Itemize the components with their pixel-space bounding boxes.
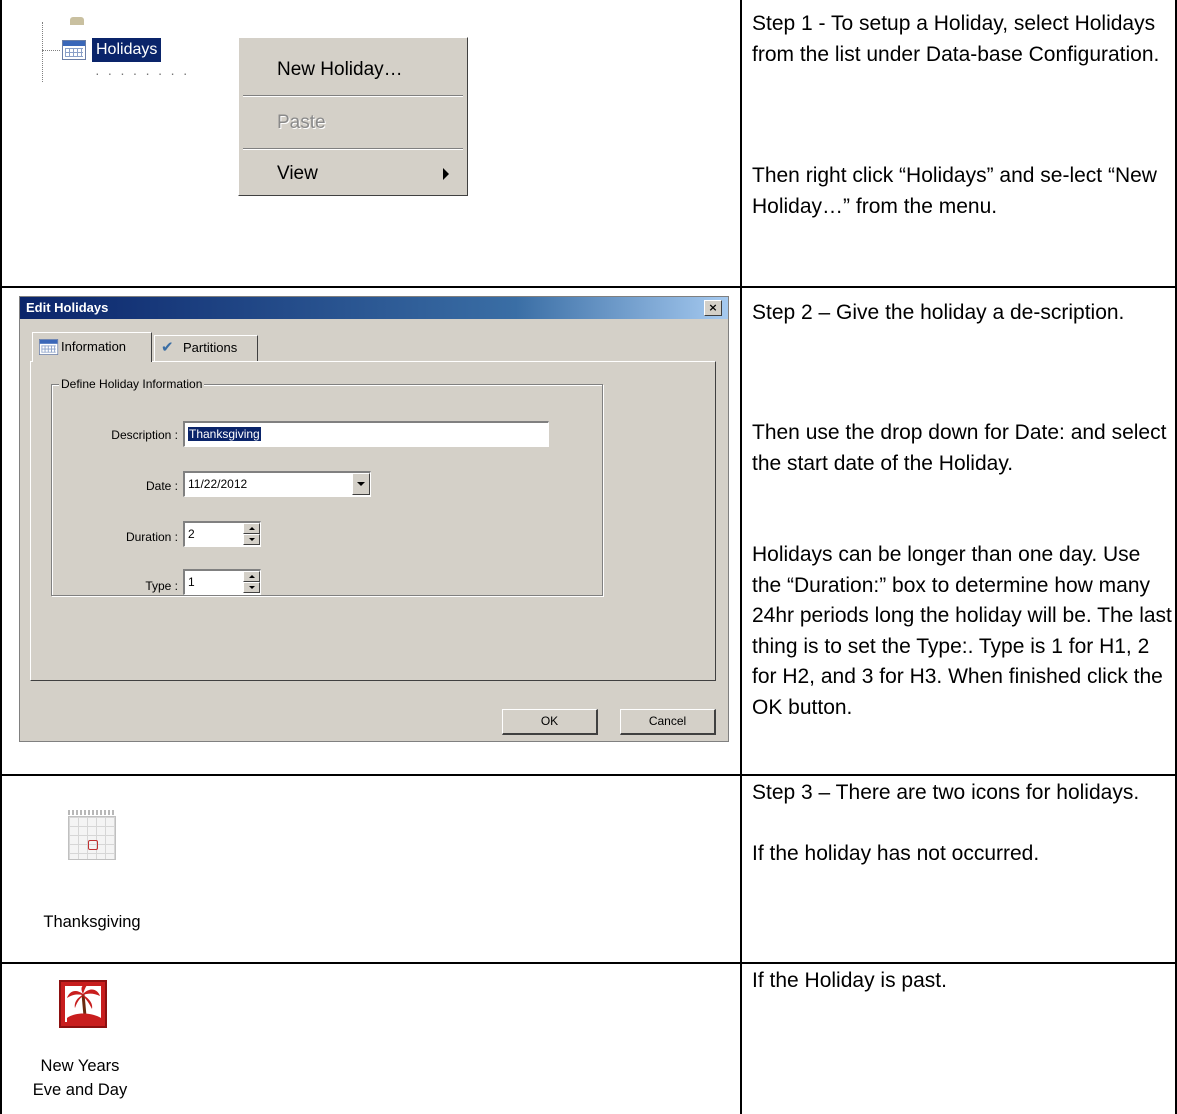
- duration-label: Duration :: [125, 530, 178, 544]
- type-stepper[interactable]: 1: [183, 569, 261, 595]
- tab-partitions[interactable]: ✔ Partitions: [154, 335, 258, 361]
- step3-instructions-2: If the holiday has not occurred.: [752, 842, 1040, 865]
- instruction-table: Holidays · · · · · · · · New Holiday… Pa…: [0, 0, 1177, 1114]
- row-divider: [0, 286, 1177, 288]
- duration-value: 2: [188, 527, 195, 541]
- menu-item-new-holiday[interactable]: New Holiday…: [239, 48, 467, 92]
- menu-item-view[interactable]: View: [239, 152, 467, 196]
- tree-parent-icon: [70, 17, 84, 25]
- calendar-icon: [62, 40, 86, 60]
- description-field[interactable]: Thanksgiving: [183, 421, 549, 447]
- check-icon: ✔: [161, 339, 174, 356]
- step1-instructions-2: Then right click “Holidays” and se-lect …: [752, 164, 1157, 218]
- tab-information[interactable]: Information: [32, 332, 152, 362]
- spin-buttons[interactable]: [243, 523, 260, 545]
- step1-instructions: Step 1 - To setup a Holiday, select Holi…: [752, 12, 1160, 66]
- chevron-down-icon[interactable]: [352, 473, 370, 495]
- date-dropdown[interactable]: 11/22/2012: [183, 471, 371, 497]
- dialog-title: Edit Holidays: [26, 300, 109, 315]
- calendar-rings: [68, 810, 116, 815]
- new-years-caption-line1: New Years: [40, 1057, 120, 1075]
- edit-holidays-dialog: Edit Holidays × Information ✔ Partitions…: [19, 296, 729, 742]
- calendar-page: [68, 816, 116, 860]
- row-divider: [0, 962, 1177, 964]
- date-label: Date :: [145, 479, 178, 493]
- tree-connector: [42, 50, 60, 51]
- step4-instructions: If the Holiday is past.: [752, 969, 947, 992]
- information-panel: Define Holiday Information Description :…: [30, 361, 716, 681]
- description-label: Description :: [111, 428, 178, 442]
- table-border-left: [0, 0, 2, 1114]
- row-divider: [0, 774, 1177, 776]
- type-value: 1: [188, 575, 195, 589]
- column-divider: [740, 0, 742, 1114]
- ok-button[interactable]: OK: [502, 709, 598, 735]
- duration-stepper[interactable]: 2: [183, 521, 261, 547]
- context-menu: New Holiday… Paste View: [238, 37, 468, 196]
- calendar-icon: [39, 339, 59, 355]
- step2-instructions: Step 2 – Give the holiday a de-scription…: [752, 301, 1125, 324]
- palm-tree-icon: [59, 980, 107, 1028]
- upcoming-holiday-icon: [68, 810, 116, 860]
- step3-instructions: Step 3 – There are two icons for holiday…: [752, 781, 1140, 804]
- tree-connector: [42, 22, 43, 82]
- menu-item-paste[interactable]: Paste: [239, 101, 467, 145]
- step2-instructions-3: Holidays can be longer than one day. Use…: [752, 543, 1172, 719]
- tree-item-partial: · · · · · · · ·: [95, 70, 190, 78]
- close-icon[interactable]: ×: [704, 300, 722, 316]
- description-value: Thanksgiving: [188, 427, 261, 441]
- spin-buttons[interactable]: [243, 571, 260, 593]
- calendar-mark: [88, 840, 98, 850]
- dialog-title-bar: Edit Holidays ×: [20, 297, 728, 319]
- thanksgiving-caption: Thanksgiving: [43, 913, 141, 931]
- step2-instructions-2: Then use the drop down for Date: and sel…: [752, 421, 1167, 475]
- group-title: Define Holiday Information: [59, 376, 205, 392]
- menu-separator: [243, 95, 463, 97]
- date-value: 11/22/2012: [188, 477, 248, 491]
- type-label: Type :: [145, 579, 178, 593]
- holiday-info-group: Define Holiday Information Description :…: [51, 376, 603, 596]
- tab-label: Information: [61, 339, 127, 354]
- tab-label: Partitions: [183, 340, 238, 355]
- menu-item-label: View: [277, 163, 318, 184]
- tree-item-label: Holidays: [92, 38, 162, 62]
- new-years-caption-line2: Eve and Day: [32, 1081, 128, 1099]
- cancel-button[interactable]: Cancel: [620, 709, 716, 735]
- menu-separator: [243, 148, 463, 150]
- submenu-arrow-icon: [443, 168, 449, 180]
- palm-tree-shape: [67, 984, 101, 1022]
